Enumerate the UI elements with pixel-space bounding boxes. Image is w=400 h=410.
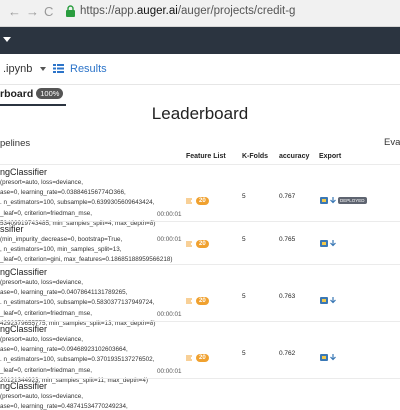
results-tab[interactable]: Results bbox=[53, 63, 107, 75]
model-params-line: (presort=auto, loss=deviance, bbox=[0, 336, 83, 343]
model-params-line: ase=0, learning_rate=0.48741534770249234… bbox=[0, 403, 128, 410]
row-divider bbox=[0, 221, 400, 222]
model-params-line: . n_estimators=100, subsample=0.37019351… bbox=[0, 356, 155, 364]
model-name: ngClassifier bbox=[0, 381, 48, 391]
accuracy-value: 0.767 bbox=[279, 193, 296, 200]
back-button[interactable]: ← bbox=[8, 4, 21, 19]
model-params-line: (presort=auto, loss=deviance, bbox=[0, 179, 83, 186]
export-download-icon[interactable] bbox=[329, 240, 337, 247]
leaderboard-tab-label: rboard bbox=[0, 88, 34, 100]
feature-list-icon bbox=[186, 198, 192, 204]
feature-list-cell[interactable]: 20 bbox=[186, 235, 209, 253]
progress-badge: 100% bbox=[36, 88, 64, 99]
evaluation-header: Evalu bbox=[384, 137, 400, 148]
row-divider bbox=[0, 164, 400, 165]
feature-list-icon bbox=[186, 298, 192, 304]
model-params-line: . n_estimators=100, subsample=0.63993056… bbox=[0, 199, 155, 207]
feature-list-icon bbox=[186, 241, 192, 247]
model-name: ngClassifier bbox=[0, 167, 48, 177]
feature-count-badge: 20 bbox=[196, 196, 209, 205]
notebook-file-tab[interactable]: .ipynb bbox=[3, 63, 47, 75]
kfolds-value: 5 bbox=[242, 293, 246, 300]
model-params-line: (presort=auto, loss=deviance, bbox=[0, 279, 83, 286]
model-name: ssifier bbox=[0, 224, 24, 234]
model-params-line: , n_estimators=100, min_samples_split=13… bbox=[0, 246, 122, 254]
model-params-line: (min_impurity_decrease=0, bootstrap=True… bbox=[0, 236, 123, 243]
forward-button[interactable]: → bbox=[26, 4, 39, 19]
duration: 00:00:01 bbox=[157, 311, 182, 318]
lock-icon bbox=[66, 5, 75, 17]
export-python-icon[interactable] bbox=[320, 240, 328, 248]
kfolds-value: 5 bbox=[242, 193, 246, 200]
export-cell bbox=[320, 349, 338, 367]
accuracy-value: 0.765 bbox=[279, 236, 296, 243]
export-download-icon[interactable] bbox=[329, 354, 337, 361]
deployed-badge: DEPLOYED bbox=[338, 197, 367, 205]
duration: 00:00:01 bbox=[157, 211, 182, 218]
row-divider bbox=[0, 264, 400, 265]
notebook-tabs: .ipynb Results bbox=[0, 55, 400, 85]
export-python-icon[interactable] bbox=[320, 297, 328, 305]
feature-list-cell[interactable]: 20 bbox=[186, 192, 209, 210]
column-header-feature-list: Feature List bbox=[186, 153, 226, 160]
page-title: Leaderboard bbox=[151, 104, 249, 123]
model-params-line: _leaf=0, criterion=friedman_mse, bbox=[0, 309, 93, 317]
column-header-export: Export bbox=[319, 153, 342, 160]
model-params-line: (presort=auto, loss=deviance, bbox=[0, 393, 83, 400]
export-python-icon[interactable] bbox=[320, 354, 328, 362]
accuracy-value: 0.762 bbox=[279, 350, 296, 357]
pipelines-header: pelines bbox=[0, 138, 31, 149]
chevron-down-icon bbox=[40, 67, 47, 72]
model-params-line: _leaf=0, criterion=friedman_mse, bbox=[0, 366, 93, 374]
results-tab-label: Results bbox=[70, 63, 107, 75]
row-divider bbox=[0, 321, 400, 322]
duration: 00:00:01 bbox=[157, 236, 182, 243]
model-params-line: ase=0, learning_rate=0.038846156774O366, bbox=[0, 189, 126, 197]
leaderboard-tab[interactable]: rboard 100% bbox=[0, 84, 67, 106]
export-download-icon[interactable] bbox=[329, 297, 337, 304]
feature-count-badge: 20 bbox=[196, 353, 209, 362]
feature-count-badge: 20 bbox=[196, 239, 209, 248]
column-header-accuracy: accuracy bbox=[279, 153, 310, 160]
model-params-line: . n_estimators=100, subsample=0.58303771… bbox=[0, 299, 155, 307]
feature-list-cell[interactable]: 20 bbox=[186, 349, 209, 367]
menu-caret-icon[interactable] bbox=[3, 37, 11, 42]
reload-button[interactable]: C bbox=[44, 4, 53, 19]
model-params-line: ase=0, learning_rate=0.04078641131789265… bbox=[0, 289, 128, 297]
export-cell: DEPLOYED bbox=[320, 192, 367, 210]
browser-toolbar: ← → C https://app.auger.ai/auger/project… bbox=[0, 0, 400, 27]
accuracy-value: 0.763 bbox=[279, 293, 296, 300]
duration: 00:00:01 bbox=[157, 368, 182, 375]
model-name: ngClassifier bbox=[0, 267, 48, 277]
export-python-icon[interactable] bbox=[320, 197, 328, 205]
feature-count-badge: 20 bbox=[196, 296, 209, 305]
export-download-icon[interactable] bbox=[329, 197, 337, 204]
row-divider bbox=[0, 378, 400, 379]
feature-list-cell[interactable]: 20 bbox=[186, 292, 209, 310]
kfolds-value: 5 bbox=[242, 350, 246, 357]
kfolds-value: 5 bbox=[242, 236, 246, 243]
model-params-line: ase=0, learning_rate=0.09468923102603664… bbox=[0, 346, 128, 354]
app-header bbox=[0, 27, 400, 54]
model-params-line: _leaf=0, criterion=friedman_mse, bbox=[0, 209, 93, 217]
export-cell bbox=[320, 292, 338, 310]
export-cell bbox=[320, 235, 338, 253]
model-params-line: _leaf=0, criterion=gini, max_features=0.… bbox=[0, 256, 173, 264]
feature-list-icon bbox=[186, 355, 192, 361]
address-bar[interactable]: https://app.auger.ai/auger/projects/cred… bbox=[80, 5, 295, 17]
column-header-kfolds: K-Folds bbox=[242, 153, 269, 160]
notebook-file-label: .ipynb bbox=[3, 63, 33, 75]
model-name: ngClassifier bbox=[0, 324, 48, 334]
table-icon bbox=[53, 64, 64, 73]
